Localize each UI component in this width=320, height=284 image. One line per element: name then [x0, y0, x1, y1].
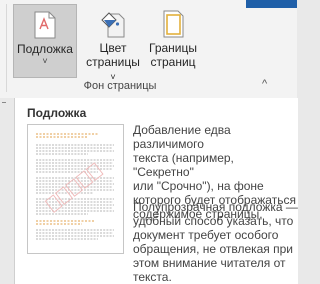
- group-divider: [6, 4, 7, 92]
- page-color-button[interactable]: Цвет страницы ˅: [82, 4, 144, 82]
- chevron-down-icon: ˅: [42, 56, 48, 66]
- watermark-label: Подложка: [17, 42, 73, 56]
- watermark-preview-image: [27, 124, 124, 254]
- tooltip-description-2: Полупрозрачная подложка — удобный способ…: [133, 200, 298, 284]
- document-margin: [0, 98, 14, 284]
- ruler-marker: [2, 102, 6, 106]
- page-borders-label-line2: страниц: [150, 55, 196, 69]
- collapse-ribbon-icon[interactable]: ^: [262, 78, 267, 90]
- group-label: Фон страницы: [83, 80, 157, 92]
- page-color-label-line1: Цвет: [99, 41, 127, 55]
- watermark-icon: [34, 11, 56, 39]
- page-borders-label-line1: Границы: [149, 41, 197, 55]
- watermark-tooltip: Подложка Добавление едва различимого тек…: [14, 98, 298, 284]
- watermark-button[interactable]: Подложка ˅: [13, 4, 77, 78]
- page-borders-icon: [163, 10, 184, 38]
- page-borders-button[interactable]: Границы страниц: [146, 4, 200, 76]
- ribbon-tab-accent: [246, 0, 297, 8]
- page-color-icon: [101, 12, 125, 38]
- tooltip-title: Подложка: [27, 106, 87, 120]
- ribbon-design-page-background: Подложка ˅ Цвет страницы ˅ Границы стран…: [0, 0, 297, 99]
- page-color-label-line2-text: страницы: [86, 55, 140, 69]
